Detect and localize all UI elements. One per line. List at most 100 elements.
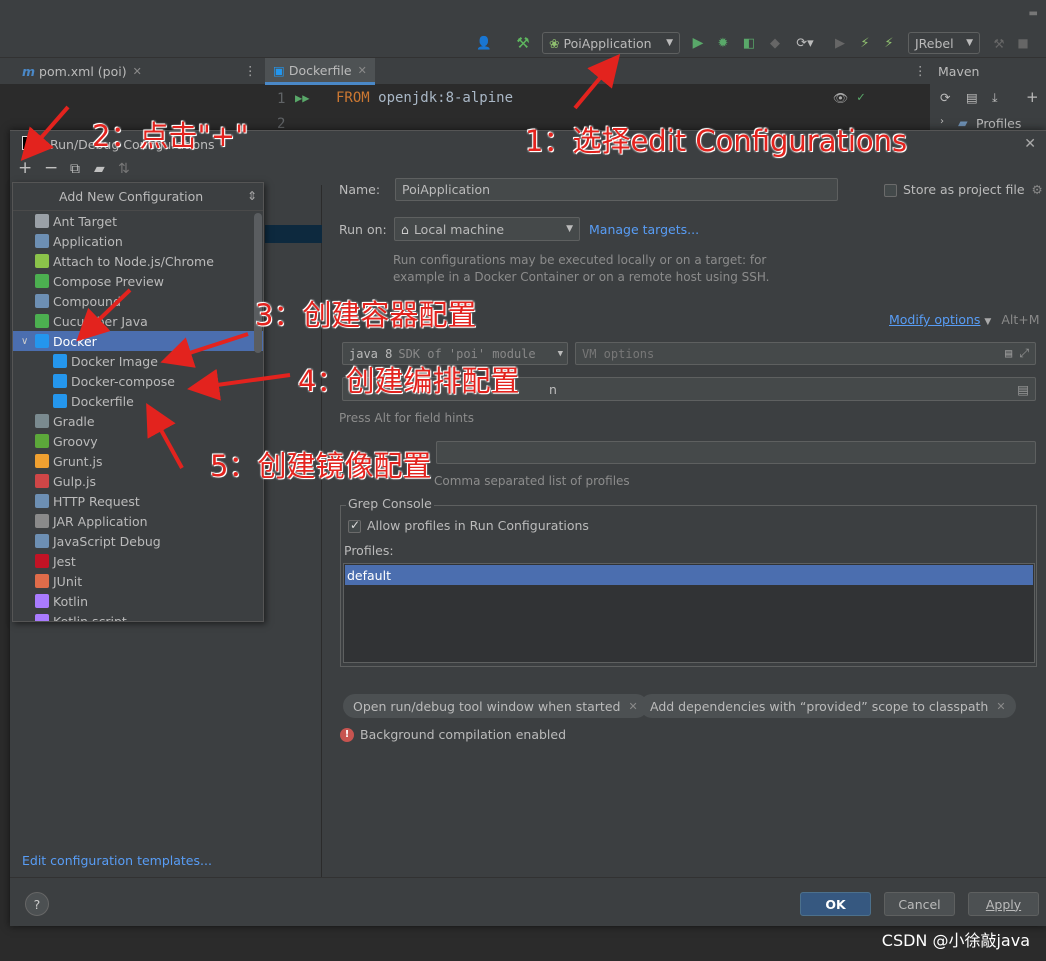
modify-options-link[interactable]: Modify options ▼ Alt+M — [889, 312, 1040, 327]
close-icon[interactable]: ✕ — [358, 64, 367, 77]
popup-item-http-request[interactable]: HTTP Request — [13, 491, 263, 511]
compound-icon — [35, 294, 49, 308]
checkbox[interactable] — [348, 518, 361, 533]
chip-open-tool-window[interactable]: Open run/debug tool window when started ✕ — [343, 694, 648, 718]
run-on-hint-1: Run configurations may be executed local… — [393, 253, 767, 267]
move-to-folder-icon[interactable]: ▰ — [94, 161, 105, 177]
popup-item-application[interactable]: Application — [13, 231, 263, 251]
profiles-list[interactable]: default — [343, 563, 1035, 663]
kotlin-script-icon — [35, 614, 49, 621]
apply-button[interactable]: Apply — [968, 892, 1039, 916]
help-button[interactable]: ? — [25, 892, 49, 916]
add-new-configuration-popup: Add New Configuration ⇕ Ant Target Applic… — [12, 182, 264, 622]
run-gutter-icon[interactable]: ▶▶ — [295, 91, 309, 105]
name-field[interactable]: PoiApplication — [395, 178, 838, 201]
jrebel-run-icon[interactable]: ⚡ — [856, 32, 874, 54]
tab-dockerfile[interactable]: ▣ Dockerfile ✕ — [265, 58, 375, 85]
checkbox[interactable] — [884, 184, 897, 197]
user-icon[interactable]: 👤 — [472, 32, 496, 54]
popup-item-jest[interactable]: Jest — [13, 551, 263, 571]
run-on-select[interactable]: ⌂ Local machine ▼ — [394, 217, 580, 241]
popup-item-attach-to-node-js-chrome[interactable]: Attach to Node.js/Chrome — [13, 251, 263, 271]
reload-icon[interactable]: ⟳ — [940, 90, 950, 105]
jar-icon — [35, 514, 49, 528]
popup-item-label: HTTP Request — [53, 493, 140, 509]
nodejs-icon — [35, 254, 49, 268]
maven-tree-item[interactable]: Profiles — [976, 116, 1021, 131]
active-profiles-field[interactable] — [436, 441, 1036, 464]
add-configuration-icon[interactable]: + — [18, 158, 32, 178]
ok-button[interactable]: OK — [800, 892, 871, 916]
popup-item-label: Gulp.js — [53, 473, 96, 489]
popup-header: Add New Configuration — [13, 183, 263, 211]
popup-item-label: Grunt.js — [53, 453, 103, 469]
popup-item-compose-preview[interactable]: Compose Preview — [13, 271, 263, 291]
close-icon[interactable]: ✕ — [1024, 136, 1036, 152]
selected-configuration-row[interactable] — [265, 225, 322, 243]
popup-item-jar-application[interactable]: JAR Application — [13, 511, 263, 531]
popup-item-docker-image[interactable]: Docker Image — [13, 351, 263, 371]
docker-icon — [35, 334, 49, 348]
compose-icon — [35, 274, 49, 288]
run-with-options-icon[interactable]: ⟳▾ — [790, 32, 820, 54]
coverage-icon[interactable]: ◧ — [740, 32, 758, 54]
tab-pom-xml[interactable]: m pom.xml (poi) ✕ — [14, 58, 150, 85]
browse-icon[interactable]: ▤ — [1017, 382, 1029, 397]
stop-icon: ■ — [1017, 36, 1029, 50]
tab-menu-icon[interactable]: ⋮ — [914, 63, 927, 78]
cancel-button[interactable]: Cancel — [884, 892, 955, 916]
sort-icon[interactable]: ⇅ — [118, 161, 130, 177]
js-debug-icon — [35, 534, 49, 548]
popup-item-docker[interactable]: ∨ Docker — [13, 331, 263, 351]
http-icon — [35, 494, 49, 508]
popup-item-kotlin-script[interactable]: Kotlin script — [13, 611, 263, 621]
reader-mode-icon[interactable]: 👁 — [833, 91, 848, 105]
add-icon[interactable]: + — [1026, 88, 1039, 106]
collapse-all-icon[interactable]: ⇕ — [247, 189, 257, 203]
edit-templates-link[interactable]: Edit configuration templates... — [22, 853, 212, 868]
run-config-select[interactable]: ❀ PoiApplication ▼ — [542, 32, 680, 54]
remove-configuration-icon[interactable]: − — [44, 158, 58, 178]
kotlin-icon — [35, 594, 49, 608]
popup-item-javascript-debug[interactable]: JavaScript Debug — [13, 531, 263, 551]
add-folder-icon[interactable]: ▤ — [966, 90, 978, 105]
popup-item-gradle[interactable]: Gradle — [13, 411, 263, 431]
check-icon: ✓ — [857, 90, 865, 105]
popup-item-junit[interactable]: JUnit — [13, 571, 263, 591]
popup-item-kotlin[interactable]: Kotlin — [13, 591, 263, 611]
manage-targets-link[interactable]: Manage targets... — [589, 222, 699, 237]
popup-item-label: Docker-compose — [71, 373, 175, 389]
chip-provided-scope[interactable]: Add dependencies with “provided” scope t… — [640, 694, 1016, 718]
window-minimize-icon[interactable]: ▬ — [1029, 8, 1038, 19]
popup-item-compound[interactable]: Compound — [13, 291, 263, 311]
popup-item-cucumber-java[interactable]: Cucumber Java — [13, 311, 263, 331]
jrebel-debug-icon[interactable]: ⚡ — [880, 32, 898, 54]
junit-icon — [35, 574, 49, 588]
close-icon[interactable]: ✕ — [133, 65, 142, 78]
store-as-project-file-checkbox[interactable]: Store as project file ⚙ — [884, 182, 1043, 197]
stop-run-icon[interactable]: ▶ — [832, 32, 848, 54]
expand-icon[interactable]: ▤ ⤢ — [1005, 346, 1029, 361]
jrebel-select[interactable]: JRebel ▼ — [908, 32, 980, 54]
list-item[interactable]: default — [345, 565, 1033, 585]
popup-item-ant-target[interactable]: Ant Target — [13, 211, 263, 231]
allow-profiles-checkbox[interactable]: Allow profiles in Run Configurations — [348, 518, 589, 533]
close-icon[interactable]: ✕ — [628, 700, 637, 713]
popup-item-docker-compose[interactable]: Docker-compose — [13, 371, 263, 391]
run-on-label: Run on: — [339, 222, 387, 237]
run-icon[interactable]: ▶ — [690, 32, 706, 54]
copy-configuration-icon[interactable]: ⧉ — [70, 161, 80, 177]
debug-icon[interactable]: ✹ — [714, 32, 732, 54]
download-icon[interactable]: ⤓ — [992, 90, 998, 106]
close-icon[interactable]: ✕ — [996, 700, 1005, 713]
profiler-icon[interactable]: ◆ — [766, 32, 784, 54]
chevron-right-icon[interactable]: › — [940, 116, 944, 127]
build-hammer-icon[interactable]: ⚒ — [512, 32, 534, 54]
chevron-down-icon: ▼ — [557, 348, 563, 359]
vm-options-field[interactable]: VM options ▤ ⤢ — [575, 342, 1036, 365]
chevron-down-icon[interactable]: ∨ — [21, 336, 35, 347]
gear-icon[interactable]: ⚙ — [1032, 182, 1043, 197]
tab-menu-icon[interactable]: ⋮ — [244, 63, 257, 78]
popup-item-dockerfile[interactable]: Dockerfile — [13, 391, 263, 411]
code-line: FROM openjdk:8-alpine — [336, 90, 514, 106]
